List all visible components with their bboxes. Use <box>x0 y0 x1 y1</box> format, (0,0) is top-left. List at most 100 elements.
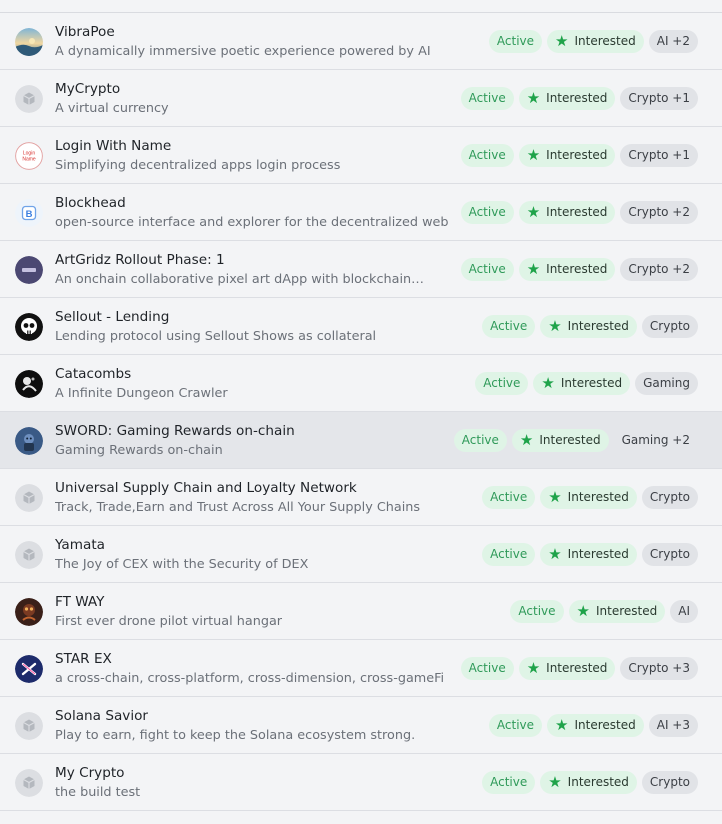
list-item[interactable]: My Crypto the build test Active ★ Interested… <box>0 754 722 811</box>
category-badge[interactable]: Crypto +1 <box>620 144 698 167</box>
tag-group: Active ★ Interested Crypto +1 <box>460 144 698 167</box>
placeholder-cube-icon <box>15 541 43 569</box>
project-description: A Infinite Dungeon Crawler <box>55 386 228 401</box>
project-name[interactable]: Solana Savior <box>55 707 475 725</box>
interested-badge[interactable]: ★ Interested <box>518 258 616 281</box>
project-name[interactable]: STAR EX <box>55 650 475 668</box>
interested-badge[interactable]: ★ Interested <box>540 543 637 566</box>
interested-label: Interested <box>560 376 623 390</box>
tag-group: Active ★ Interested Crypto +2 <box>460 258 698 281</box>
category-badge[interactable]: Crypto +1 <box>620 87 698 110</box>
svg-text:Name: Name <box>22 157 36 163</box>
category-badge[interactable]: Crypto <box>641 486 698 509</box>
project-name[interactable]: Yamata <box>55 536 475 554</box>
list-item[interactable]: FT WAY First ever drone pilot virtual han… <box>0 583 722 640</box>
category-badge[interactable]: Crypto +2 <box>620 201 698 224</box>
list-item[interactable]: MyCrypto A virtual currency Active ★ Interes… <box>0 70 722 127</box>
category-badge[interactable]: Crypto <box>641 315 698 338</box>
interested-badge[interactable]: ★ Interested <box>547 30 644 53</box>
project-name[interactable]: ArtGridz Rollout Phase: 1 <box>55 251 475 269</box>
list-item[interactable]: Yamata The Joy of CEX with the Security o… <box>0 526 722 583</box>
category-badge[interactable]: Crypto +3 <box>620 657 698 680</box>
star-icon: ★ <box>526 260 541 278</box>
status-badge: Active <box>482 486 536 509</box>
project-name[interactable]: Blockhead <box>55 194 475 212</box>
ft-way-photo-avatar-icon <box>15 598 43 626</box>
interested-badge[interactable]: ★ Interested <box>540 315 637 338</box>
list-item[interactable]: Login Name Login With Name Simplifying dece… <box>0 127 722 184</box>
category-badge[interactable]: AI +2 <box>648 30 698 53</box>
interested-badge[interactable]: ★ Interested <box>547 714 644 737</box>
project-name[interactable]: SWORD: Gaming Rewards on-chain <box>55 422 475 440</box>
project-name[interactable]: Sellout - Lending <box>55 308 475 326</box>
interested-label: Interested <box>567 775 629 789</box>
project-description: a cross-chain, cross-platform, cross-dim… <box>55 671 445 686</box>
interested-badge[interactable]: ★ Interested <box>518 201 616 224</box>
category-badge[interactable]: Gaming +2 <box>614 429 698 452</box>
sword-character-avatar-icon <box>15 427 43 455</box>
project-name[interactable]: FT WAY <box>55 593 475 611</box>
list-item[interactable]: B Blockhead open-source interface and expl… <box>0 184 722 241</box>
interested-badge[interactable]: ★ Interested <box>540 486 637 509</box>
interested-label: Interested <box>546 262 608 276</box>
interested-label: Interested <box>539 433 601 447</box>
artgridz-logo-icon <box>15 256 43 284</box>
interested-badge[interactable]: ★ Interested <box>511 429 609 452</box>
project-name[interactable]: VibraPoe <box>55 23 475 41</box>
project-name[interactable]: Universal Supply Chain and Loyalty Netwo… <box>55 479 475 497</box>
star-icon: ★ <box>555 32 569 50</box>
tag-group: Active ★ Interested AI <box>510 600 698 623</box>
tag-group: Active ★ Interested Crypto <box>482 315 698 338</box>
list-item[interactable]: VibraPoe A dynamically immersive poetic e… <box>0 13 722 70</box>
catacombs-logo-icon <box>15 370 43 398</box>
list-item[interactable]: Sellout - Lending Lending protocol using … <box>0 298 722 355</box>
sunset-landscape-avatar-icon <box>15 28 43 56</box>
list-item[interactable]: Catacombs A Infinite Dungeon Crawler Activ… <box>0 355 722 412</box>
status-badge: Active <box>453 429 507 452</box>
project-name[interactable]: Login With Name <box>55 137 475 155</box>
list-item[interactable]: SWORD: Gaming Rewards on-chain Gaming Rew… <box>0 412 722 469</box>
list-item[interactable]: ArtGridz Rollout Phase: 1 An onchain coll… <box>0 241 722 298</box>
interested-label: Interested <box>567 547 629 561</box>
category-badge[interactable]: AI <box>670 600 698 623</box>
project-description: Lending protocol using Sellout Shows as … <box>55 329 377 344</box>
interested-label: Interested <box>546 148 608 162</box>
category-badge[interactable]: Gaming <box>635 372 698 395</box>
project-name[interactable]: My Crypto <box>55 764 475 782</box>
star-icon: ★ <box>526 659 541 677</box>
category-badge[interactable]: AI +3 <box>648 714 698 737</box>
project-description: The Joy of CEX with the Security of DEX <box>55 557 309 572</box>
list-item[interactable]: Solana Savior Play to earn, fight to keep… <box>0 697 722 754</box>
status-badge: Active <box>488 714 543 737</box>
project-name[interactable]: Catacombs <box>55 365 475 383</box>
tag-group: Active ★ Interested AI +2 <box>488 30 698 53</box>
login-name-logo-icon: Login Name <box>15 142 43 170</box>
list-item[interactable]: STAR EX a cross-chain, cross-platform, cr… <box>0 640 722 697</box>
star-icon: ★ <box>526 146 541 164</box>
star-icon: ★ <box>519 431 534 449</box>
status-badge: Active <box>482 543 536 566</box>
project-description: First ever drone pilot virtual hangar <box>55 614 283 629</box>
status-badge: Active <box>460 258 514 281</box>
interested-label: Interested <box>546 661 608 675</box>
star-icon: ★ <box>548 773 562 791</box>
status-badge: Active <box>460 201 514 224</box>
interested-badge[interactable]: ★ Interested <box>540 771 637 794</box>
skull-logo-icon <box>15 313 43 341</box>
interested-label: Interested <box>567 319 629 333</box>
tag-group: Active ★ Interested Crypto +3 <box>460 657 698 680</box>
category-badge[interactable]: Crypto <box>641 543 698 566</box>
category-badge[interactable]: Crypto +2 <box>620 258 698 281</box>
star-icon: ★ <box>548 317 562 335</box>
status-badge: Active <box>482 771 536 794</box>
interested-badge[interactable]: ★ Interested <box>518 144 616 167</box>
interested-badge[interactable]: ★ Interested <box>568 600 666 623</box>
interested-badge[interactable]: ★ Interested <box>518 87 616 110</box>
star-icon: ★ <box>576 602 590 620</box>
interested-badge[interactable]: ★ Interested <box>533 372 631 395</box>
category-badge[interactable]: Crypto <box>641 771 698 794</box>
project-name[interactable]: MyCrypto <box>55 80 475 98</box>
interested-badge[interactable]: ★ Interested <box>518 657 616 680</box>
project-description: Gaming Rewards on-chain <box>55 443 223 458</box>
list-item[interactable]: Universal Supply Chain and Loyalty Netwo… <box>0 469 722 526</box>
